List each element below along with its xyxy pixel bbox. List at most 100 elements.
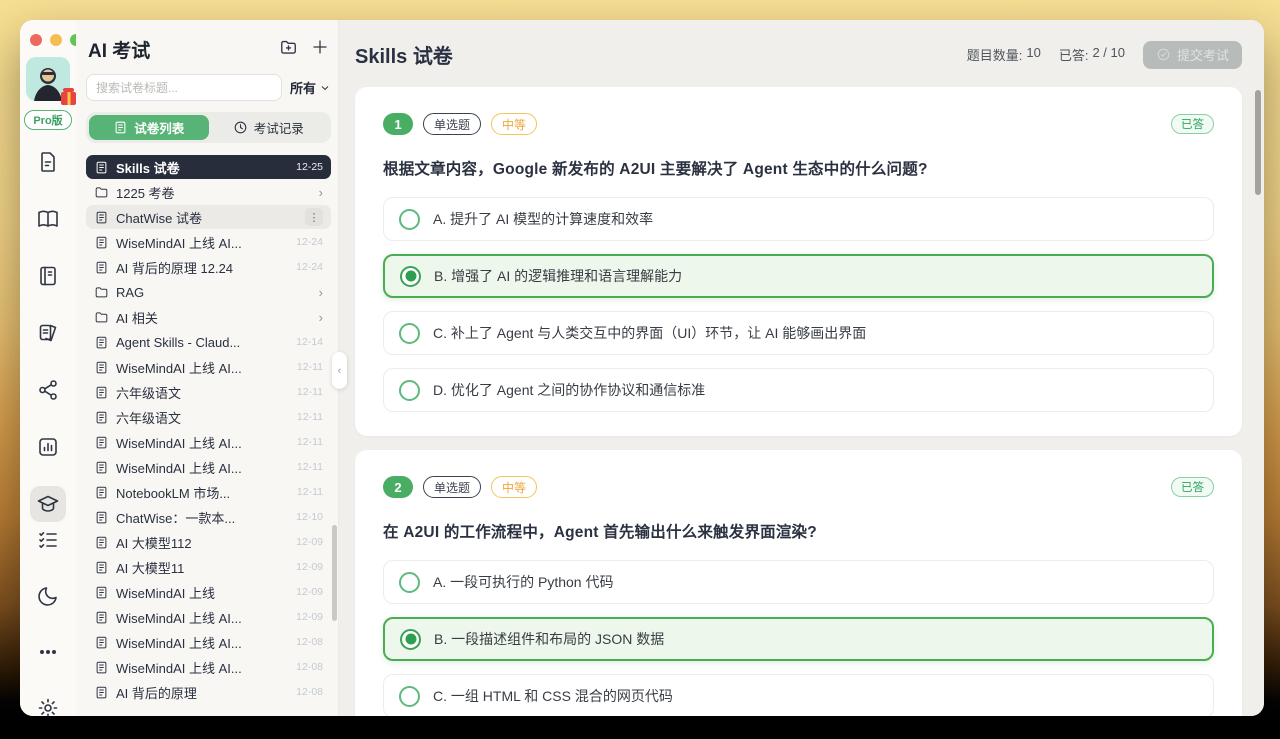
list-item-date: 12-08 [296, 686, 323, 698]
scroll-icon [113, 120, 128, 135]
question-text: 在 A2UI 的工作流程中，Agent 首先输出什么来触发界面渲染? [383, 520, 1214, 542]
flashcards-icon[interactable] [30, 315, 66, 351]
question-status-badge: 已答 [1171, 477, 1214, 497]
scroll-icon [94, 660, 109, 675]
list-item-label: AI 背后的原理 12.24 [116, 258, 289, 277]
list-item[interactable]: WiseMindAI 上线 AI...12-24 [86, 230, 331, 254]
exam-meta: 题目数量: 10 已答: 2 / 10 提交考试 [967, 41, 1242, 69]
option-row[interactable]: B. 增强了 AI 的逻辑推理和语言理解能力 [383, 254, 1214, 298]
settings-gear-icon[interactable] [30, 690, 66, 716]
question-list: 1单选题中等已答根据文章内容，Google 新发布的 A2UI 主要解决了 Ag… [339, 81, 1264, 716]
list-item[interactable]: WiseMindAI 上线 AI...12-08 [86, 655, 331, 679]
scroll-icon [94, 335, 109, 350]
list-item[interactable]: 六年级语文12-11 [86, 380, 331, 404]
radio-icon[interactable] [399, 209, 420, 230]
option-row[interactable]: A. 一段可执行的 Python 代码 [383, 560, 1214, 604]
tab-exam-list[interactable]: 试卷列表 [89, 115, 209, 140]
list-item-label: AI 相关 [116, 308, 312, 327]
list-item-label: AI 大模型112 [116, 533, 289, 552]
main-scrollbar[interactable] [1255, 90, 1261, 195]
list-item[interactable]: AI 背后的原理 12-08 [86, 680, 331, 704]
question-badges: 1单选题中等已答 [383, 113, 1214, 135]
list-item[interactable]: WiseMindAI 上线 AI...12-09 [86, 605, 331, 629]
list-item[interactable]: WiseMindAI 上线12-09 [86, 580, 331, 604]
book-icon[interactable] [30, 201, 66, 237]
window-controls [30, 34, 82, 46]
item-menu-button[interactable]: ⋮ [305, 208, 323, 226]
share-icon[interactable] [30, 372, 66, 408]
list-item[interactable]: AI 大模型1112-09 [86, 555, 331, 579]
list-item-date: 12-11 [297, 411, 323, 423]
option-list: A. 一段可执行的 Python 代码 B. 一段描述组件和布局的 JSON 数据… [383, 560, 1214, 716]
tab-exam-history[interactable]: 考试记录 [209, 115, 329, 140]
list-item[interactable]: AI RAG - mixed-混...12-07 [86, 705, 331, 710]
exam-list: Skills 试卷12-251225 考卷›ChatWise 试卷⋮WiseMi… [86, 155, 331, 710]
list-item[interactable]: ChatWise：一款本...12-10 [86, 505, 331, 529]
scroll-icon [94, 410, 109, 425]
answered-value: 2 / 10 [1092, 45, 1125, 64]
radio-selected-icon[interactable] [400, 266, 421, 287]
dark-mode-icon[interactable] [30, 578, 66, 614]
list-item[interactable]: 六年级语文 12-11 [86, 405, 331, 429]
list-item[interactable]: Agent Skills - Claud...12-14 [86, 330, 331, 354]
option-row[interactable]: B. 一段描述组件和布局的 JSON 数据 [383, 617, 1214, 661]
option-row[interactable]: D. 优化了 Agent 之间的协作协议和通信标准 [383, 368, 1214, 412]
list-item[interactable]: RAG› [86, 280, 331, 304]
option-row[interactable]: A. 提升了 AI 模型的计算速度和效率 [383, 197, 1214, 241]
list-item[interactable]: WiseMindAI 上线 AI...12-11 [86, 430, 331, 454]
filter-dropdown[interactable]: 所有 [290, 78, 331, 97]
list-item[interactable]: ChatWise 试卷⋮ [86, 205, 331, 229]
option-label: B. 增强了 AI 的逻辑推理和语言理解能力 [434, 266, 682, 286]
list-item[interactable]: WiseMindAI 上线 AI...12-11 [86, 455, 331, 479]
more-icon[interactable] [30, 634, 66, 670]
sidebar-collapse-handle[interactable]: ‹ [332, 352, 347, 389]
question-status-badge: 已答 [1171, 114, 1214, 134]
list-item-label: 六年级语文 [116, 408, 290, 427]
list-item-date: 12-11 [297, 361, 323, 373]
list-item[interactable]: WiseMindAI 上线 AI...12-08 [86, 630, 331, 654]
radio-icon[interactable] [399, 380, 420, 401]
list-item[interactable]: AI 相关› [86, 305, 331, 329]
stats-icon[interactable] [30, 429, 66, 465]
close-window-button[interactable] [30, 34, 42, 46]
search-input[interactable] [86, 74, 282, 101]
minimize-window-button[interactable] [50, 34, 62, 46]
radio-icon[interactable] [399, 323, 420, 344]
radio-selected-icon[interactable] [400, 629, 421, 650]
exam-icon[interactable] [30, 486, 66, 522]
question-difficulty-badge: 中等 [491, 476, 537, 498]
pro-badge[interactable]: Pro版 [24, 110, 71, 130]
list-item-label: AI 背后的原理 [116, 683, 289, 702]
rail-nav [30, 144, 66, 522]
tasks-icon[interactable] [30, 522, 66, 558]
list-item[interactable]: 1225 考卷› [86, 180, 331, 204]
list-item-date: 12-14 [296, 336, 323, 348]
list-item[interactable]: WiseMindAI 上线 AI... 12-11 [86, 355, 331, 379]
option-row[interactable]: C. 一组 HTML 和 CSS 混合的网页代码 [383, 674, 1214, 716]
documents-icon[interactable] [30, 144, 66, 180]
notebook-icon[interactable] [30, 258, 66, 294]
list-item-label: Skills 试卷 [116, 158, 289, 177]
folder-icon [94, 185, 109, 200]
user-avatar[interactable] [26, 57, 70, 101]
list-item-label: RAG [116, 285, 312, 300]
chevron-down-icon [319, 82, 331, 94]
question-card: 2单选题中等已答在 A2UI 的工作流程中，Agent 首先输出什么来触发界面渲… [355, 450, 1242, 716]
scroll-icon [94, 385, 109, 400]
list-item[interactable]: AI 背后的原理 12.2412-24 [86, 255, 331, 279]
scroll-icon [94, 360, 109, 375]
option-label: C. 一组 HTML 和 CSS 混合的网页代码 [433, 686, 673, 706]
list-item[interactable]: NotebookLM 市场...12-11 [86, 480, 331, 504]
add-exam-icon[interactable] [311, 38, 329, 61]
radio-icon[interactable] [399, 686, 420, 707]
sidebar-scrollbar[interactable] [332, 525, 337, 621]
list-item[interactable]: Skills 试卷12-25 [86, 155, 331, 179]
radio-icon[interactable] [399, 572, 420, 593]
list-item[interactable]: AI 大模型11212-09 [86, 530, 331, 554]
new-folder-icon[interactable] [279, 38, 298, 62]
list-item-label: WiseMindAI 上线 AI... [116, 358, 290, 377]
question-type-badge: 单选题 [423, 113, 481, 135]
question-count-label: 题目数量: [967, 45, 1023, 64]
submit-exam-button[interactable]: 提交考试 [1143, 41, 1242, 69]
option-row[interactable]: C. 补上了 Agent 与人类交互中的界面（UI）环节，让 AI 能够画出界面 [383, 311, 1214, 355]
